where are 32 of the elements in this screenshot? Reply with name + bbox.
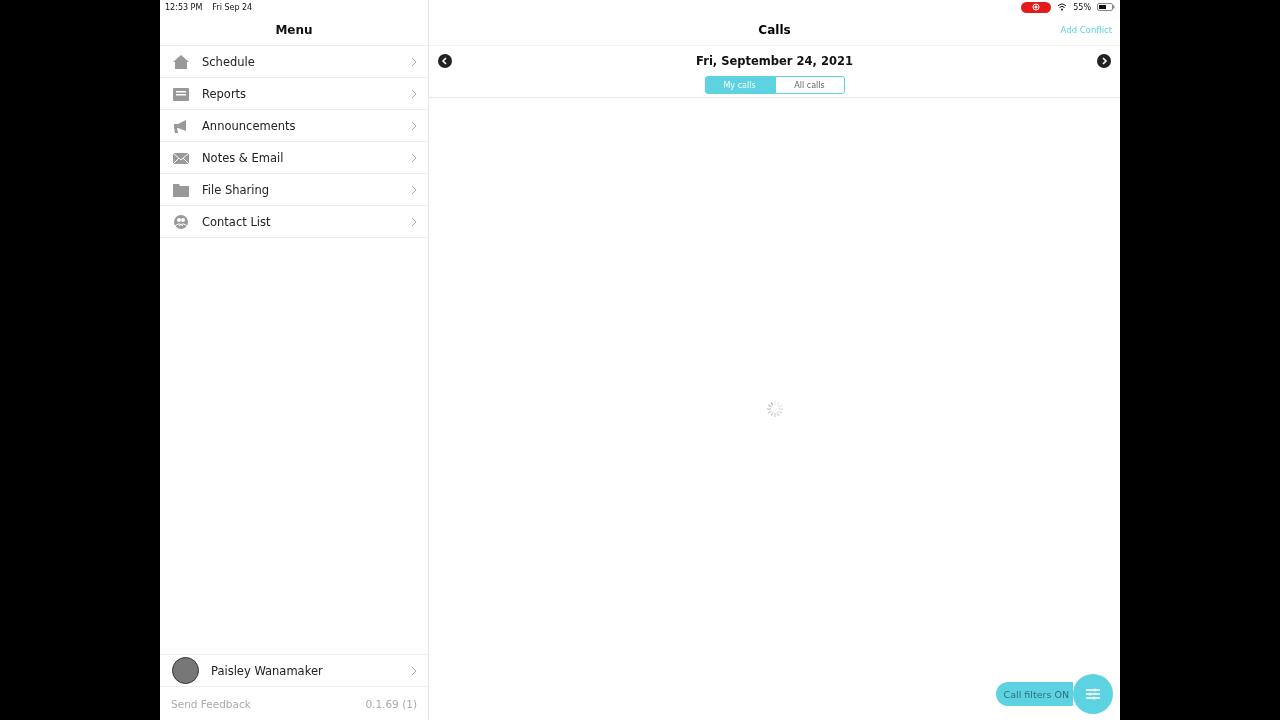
chevron-icon xyxy=(410,216,418,227)
menu-item[interactable]: Notes & Email xyxy=(160,142,428,174)
menu-title: Menu xyxy=(160,14,428,46)
menu-item[interactable]: Contact List xyxy=(160,206,428,238)
battery-percent: 55% xyxy=(1073,2,1091,12)
menu-item[interactable]: Announcements xyxy=(160,110,428,142)
chevron-icon xyxy=(410,184,418,195)
chevron-icon xyxy=(410,56,418,67)
status-date: Fri Sep 24 xyxy=(212,2,253,12)
sliders-icon xyxy=(1085,687,1101,701)
date-heading: Fri, September 24, 2021 xyxy=(696,54,853,68)
version-text: 0.1.69 (1) xyxy=(365,697,417,710)
status-time: 12:53 PM xyxy=(165,2,203,12)
menu-item[interactable]: Schedule xyxy=(160,46,428,78)
chevron-icon xyxy=(410,120,418,131)
chevron-icon xyxy=(410,665,418,676)
user-row[interactable]: Paisley Wanamaker xyxy=(160,654,428,687)
house-icon xyxy=(172,53,190,70)
previous-day-icon[interactable] xyxy=(438,54,452,68)
menu-item[interactable]: Reports xyxy=(160,78,428,110)
battery-icon xyxy=(1097,3,1115,11)
page-title: Calls xyxy=(758,22,791,37)
next-day-icon[interactable] xyxy=(1097,54,1111,68)
menu-item[interactable]: File Sharing xyxy=(160,174,428,206)
chevron-icon xyxy=(410,88,418,99)
calls-tab[interactable]: All calls xyxy=(774,76,845,94)
avatar-placeholder xyxy=(172,657,199,684)
folder-icon xyxy=(172,181,190,198)
tray-icon xyxy=(172,85,190,102)
wifi-icon xyxy=(1057,3,1068,11)
people-icon xyxy=(172,213,190,230)
chevron-icon xyxy=(410,152,418,163)
